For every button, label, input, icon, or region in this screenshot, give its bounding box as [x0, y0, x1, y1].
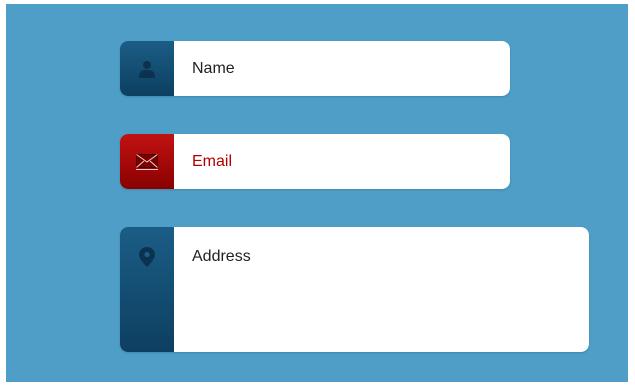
address-input[interactable]: Address	[174, 227, 589, 352]
email-icon-box	[120, 134, 174, 189]
name-input[interactable]: Name	[174, 41, 510, 96]
email-field[interactable]: Email	[120, 134, 510, 189]
name-field[interactable]: Name	[120, 41, 510, 96]
user-icon	[139, 60, 155, 78]
envelope-icon	[136, 153, 158, 170]
map-pin-icon	[139, 247, 155, 267]
name-icon-box	[120, 41, 174, 96]
email-input[interactable]: Email	[174, 134, 510, 189]
form-container: Name Email Address	[6, 4, 628, 382]
address-icon-box	[120, 227, 174, 352]
address-field[interactable]: Address	[120, 227, 589, 352]
